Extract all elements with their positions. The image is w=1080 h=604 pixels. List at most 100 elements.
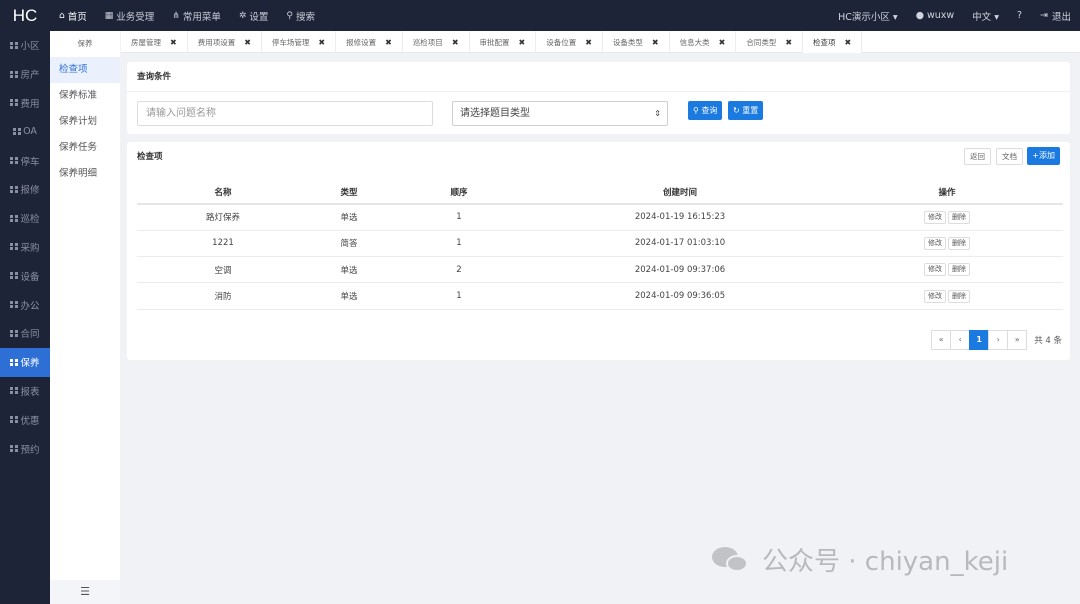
table-row: 消防 单选 1 2024-01-09 09:36:05 修改 删除 bbox=[137, 282, 1063, 310]
grid-icon bbox=[10, 272, 19, 280]
sidebar-item[interactable]: 办公 bbox=[0, 290, 50, 319]
sub-menu-item[interactable]: 保养明细 bbox=[50, 161, 120, 187]
user-menu[interactable]: ● wuxw bbox=[907, 10, 963, 21]
total-count: 共 4 条 bbox=[1034, 336, 1062, 346]
tab[interactable]: 巡检项目 ✖ bbox=[403, 31, 470, 53]
language-dropdown[interactable]: 中文 ▾ bbox=[963, 9, 1008, 23]
delete-button[interactable]: 删除 bbox=[948, 236, 970, 250]
back-button[interactable]: 返回 bbox=[964, 148, 991, 165]
grid-icon bbox=[10, 185, 19, 193]
table-row: 空调 单选 2 2024-01-09 09:37:06 修改 删除 bbox=[137, 256, 1063, 284]
close-icon[interactable]: ✖ bbox=[244, 38, 251, 47]
close-icon[interactable]: ✖ bbox=[170, 38, 177, 47]
sidebar-item[interactable]: 巡检 bbox=[0, 204, 50, 233]
table-row: 路灯保养 单选 1 2024-01-19 16:15:23 修改 删除 bbox=[137, 204, 1063, 231]
sidebar-item-active[interactable]: 保养 bbox=[0, 347, 50, 377]
tab-active[interactable]: 检查项 ✖ bbox=[803, 31, 863, 53]
close-icon[interactable]: ✖ bbox=[845, 38, 852, 47]
delete-button[interactable]: 删除 bbox=[948, 210, 970, 224]
nav-settings[interactable]: ✲ 设置 bbox=[230, 0, 278, 31]
sidebar-item[interactable]: 报修 bbox=[0, 175, 50, 204]
nav-search[interactable]: ⚲ 搜索 bbox=[277, 0, 324, 31]
sidebar-item[interactable]: 费用 bbox=[0, 89, 50, 118]
tab[interactable]: 设备类型 ✖ bbox=[603, 31, 670, 53]
close-icon[interactable]: ✖ bbox=[585, 38, 592, 47]
collapse-menu-icon[interactable]: ☰ bbox=[50, 580, 120, 604]
sidebar-item[interactable]: 小区 bbox=[0, 31, 50, 60]
sub-menu-item[interactable]: 保养标准 bbox=[50, 83, 120, 109]
sidebar-item[interactable]: 采购 bbox=[0, 233, 50, 262]
community-dropdown[interactable]: HC演示小区 ▾ bbox=[829, 9, 907, 23]
close-icon[interactable]: ✖ bbox=[385, 38, 392, 47]
sub-menu: 保养 检查项 保养标准 保养计划 保养任务 保养明细 ☰ bbox=[50, 31, 120, 604]
reset-button[interactable]: ↻ 重置 bbox=[728, 101, 764, 120]
delete-button[interactable]: 删除 bbox=[948, 263, 970, 277]
tab[interactable]: 审批配置 ✖ bbox=[470, 31, 537, 53]
search-button[interactable]: ⚲ 查询 bbox=[688, 101, 723, 120]
last-page-button[interactable]: » bbox=[1007, 330, 1028, 350]
edit-button[interactable]: 修改 bbox=[924, 210, 946, 224]
tab[interactable]: 合同类型 ✖ bbox=[736, 31, 804, 53]
sidebar-item[interactable]: OA bbox=[0, 117, 50, 146]
grid-icon bbox=[10, 41, 19, 49]
edit-button[interactable]: 修改 bbox=[924, 289, 946, 303]
table-icon: ▦ bbox=[104, 10, 114, 21]
tab[interactable]: 房屋管理 ✖ bbox=[121, 31, 188, 53]
sub-menu-item-active[interactable]: 检查项 bbox=[50, 57, 120, 83]
grid-icon bbox=[10, 445, 19, 453]
nav-business[interactable]: ▦ 业务受理 bbox=[96, 0, 164, 31]
col-header: 类型 bbox=[309, 180, 389, 205]
close-icon[interactable]: ✖ bbox=[519, 38, 526, 47]
top-navbar: HC ⌂ 首页 ▦ 业务受理 ⋔ 常用菜单 ✲ 设置 ⚲ 搜索 HC演示小区 ▾ ● wux… bbox=[0, 0, 1080, 31]
add-button[interactable]: +添加 bbox=[1027, 147, 1060, 165]
current-page-button[interactable]: 1 bbox=[969, 330, 990, 350]
help-icon[interactable]: ? bbox=[1008, 10, 1031, 21]
doc-button[interactable]: 文档 bbox=[996, 148, 1023, 165]
nav-common-menu[interactable]: ⋔ 常用菜单 bbox=[163, 0, 230, 31]
search-icon: ⚲ bbox=[286, 10, 293, 21]
sidebar-item[interactable]: 报表 bbox=[0, 377, 50, 406]
col-header: 创建时间 bbox=[529, 180, 831, 205]
nav-home[interactable]: ⌂ 首页 bbox=[50, 0, 96, 31]
grid-icon bbox=[10, 358, 19, 366]
tab[interactable]: 费用项设置 ✖ bbox=[188, 31, 262, 53]
logout-button[interactable]: ⇥ 退出 bbox=[1031, 9, 1080, 23]
edit-button[interactable]: 修改 bbox=[924, 263, 946, 277]
tab[interactable]: 停车场管理 ✖ bbox=[262, 31, 337, 53]
query-panel: 查询条件 请输入问题名称 请选择题目类型 ⇕ ⚲ 查询 ↻ 重置 bbox=[127, 62, 1070, 134]
delete-button[interactable]: 删除 bbox=[948, 289, 970, 303]
grid-icon bbox=[10, 301, 19, 309]
sidebar-item[interactable]: 设备 bbox=[0, 261, 50, 290]
sidebar-item[interactable]: 合同 bbox=[0, 319, 50, 348]
close-icon[interactable]: ✖ bbox=[452, 38, 459, 47]
sub-menu-item[interactable]: 保养任务 bbox=[50, 135, 120, 161]
grid-icon bbox=[10, 214, 19, 222]
sidebar-item[interactable]: 房产 bbox=[0, 60, 50, 89]
sidebar-item[interactable]: 停车 bbox=[0, 146, 50, 175]
top-nav: ⌂ 首页 ▦ 业务受理 ⋔ 常用菜单 ✲ 设置 ⚲ 搜索 bbox=[50, 0, 324, 31]
close-icon[interactable]: ✖ bbox=[652, 38, 659, 47]
tab[interactable]: 报修设置 ✖ bbox=[336, 31, 403, 53]
sidebar-item[interactable]: 预约 bbox=[0, 434, 50, 463]
pagination: « ‹ 1 › » 共 4 条 bbox=[931, 330, 1062, 350]
next-page-button[interactable]: › bbox=[988, 330, 1009, 350]
sub-menu-item[interactable]: 保养计划 bbox=[50, 109, 120, 135]
name-search-input[interactable]: 请输入问题名称 bbox=[137, 101, 433, 126]
type-select[interactable]: 请选择题目类型 ⇕ bbox=[452, 101, 668, 126]
list-panel: 检查项 返回 文档 +添加 名称 类型 顺序 创建时间 操作 路灯保养 单选 1 20… bbox=[127, 142, 1070, 360]
prev-page-button[interactable]: ‹ bbox=[950, 330, 971, 350]
main-sidebar: 小区 房产 费用 OA 停车 报修 巡检 采购 设备 办公 合同 保养 报表 优… bbox=[0, 31, 50, 604]
first-page-button[interactable]: « bbox=[931, 330, 952, 350]
sidebar-item[interactable]: 优惠 bbox=[0, 405, 50, 434]
col-header: 操作 bbox=[831, 180, 1063, 205]
user-icon: ● bbox=[915, 10, 924, 21]
edit-button[interactable]: 修改 bbox=[924, 236, 946, 250]
tab[interactable]: 设备位置 ✖ bbox=[536, 31, 603, 53]
close-icon[interactable]: ✖ bbox=[785, 38, 792, 47]
wechat-icon bbox=[712, 545, 754, 575]
close-icon[interactable]: ✖ bbox=[719, 38, 726, 47]
refresh-icon: ↻ bbox=[733, 106, 740, 115]
close-icon[interactable]: ✖ bbox=[318, 38, 325, 47]
app-logo[interactable]: HC bbox=[0, 6, 50, 26]
tab[interactable]: 信息大类 ✖ bbox=[670, 31, 737, 53]
